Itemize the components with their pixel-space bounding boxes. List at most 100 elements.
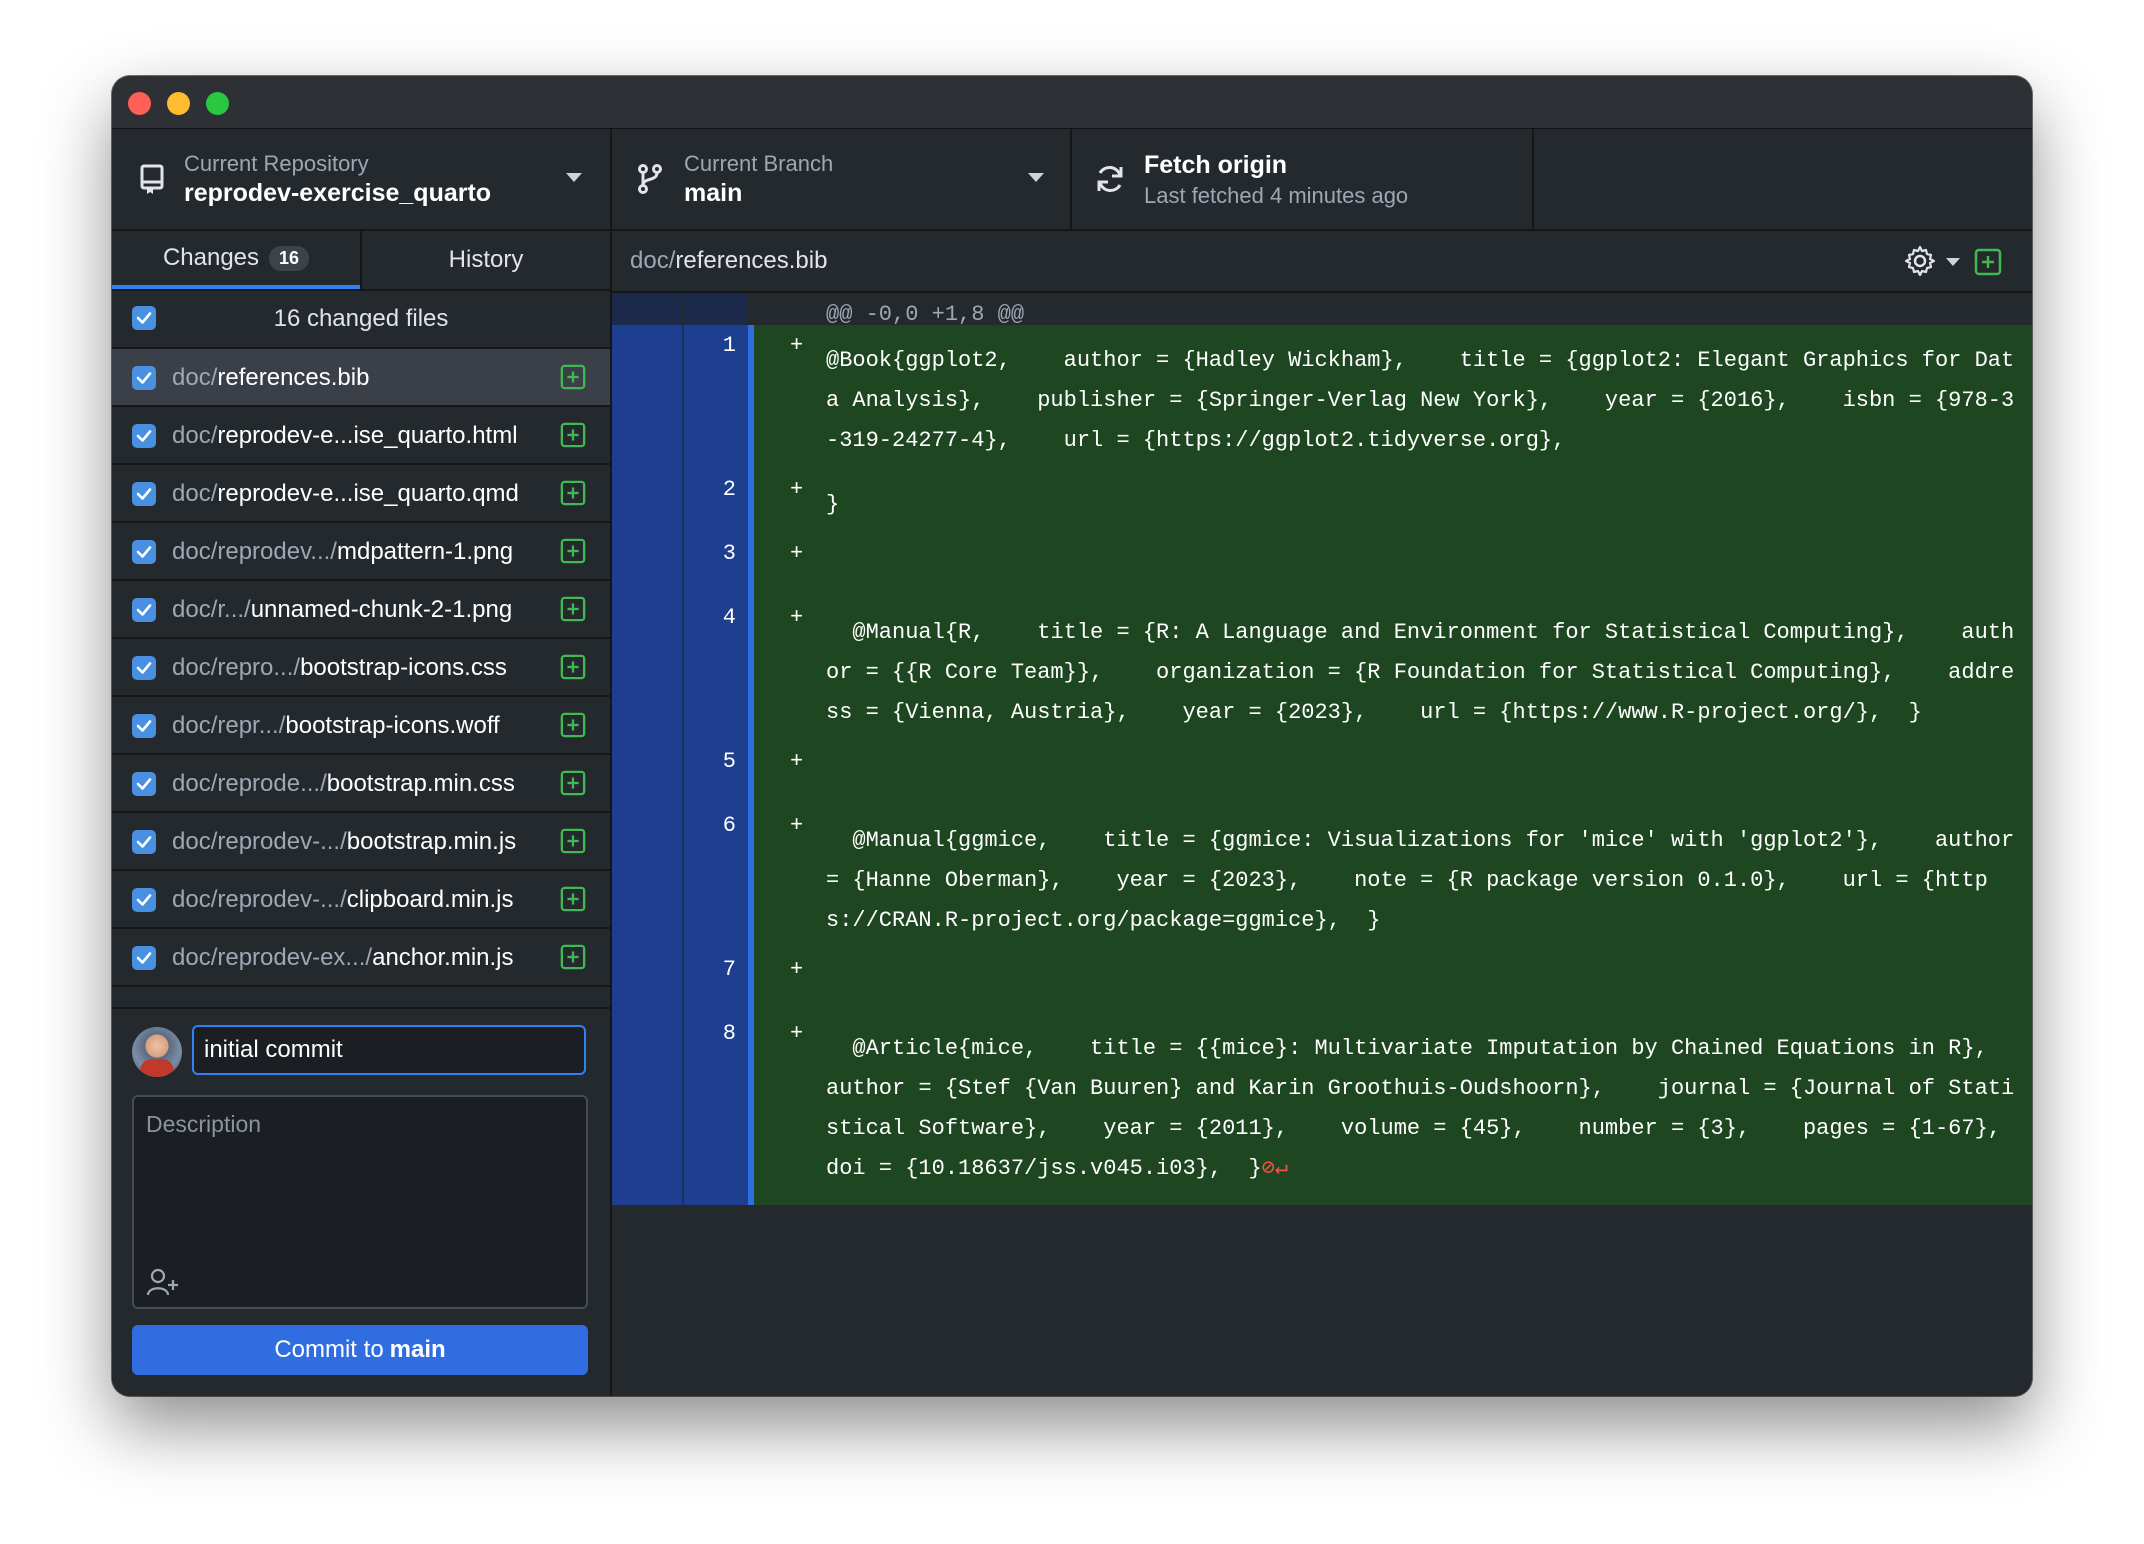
file-added-icon xyxy=(560,596,586,622)
file-list-item[interactable]: doc/reprodev-.../bootstrap.min.js xyxy=(112,813,610,871)
fetch-origin-label: Fetch origin xyxy=(1144,151,1288,179)
fetch-origin-button[interactable]: Fetch origin Last fetched 4 minutes ago xyxy=(1072,129,1534,229)
commit-button-prefix: Commit to xyxy=(274,1336,384,1363)
tab-history-label: History xyxy=(448,246,524,273)
file-list-item[interactable]: doc/repro.../bootstrap-icons.css xyxy=(112,639,610,697)
tab-changes-label: Changes xyxy=(162,244,260,271)
line-number: 4 xyxy=(722,605,736,630)
file-name: reprodev-e...ise_quarto.html xyxy=(217,422,518,449)
checkmark-icon xyxy=(136,778,152,790)
fetch-status: Last fetched 4 minutes ago xyxy=(1144,183,1409,208)
toolbar: Current Repository reprodev-exercise_qua… xyxy=(112,129,2032,231)
commit-button-branch: main xyxy=(389,1336,446,1363)
file-list-item[interactable]: doc/reprodev.../mdpattern-1.png xyxy=(112,523,610,581)
diff-line: 7 + ​ xyxy=(612,949,2032,1021)
file-checkbox[interactable] xyxy=(132,366,156,390)
commit-button[interactable]: Commit to main xyxy=(132,1325,588,1375)
file-path: doc/reprodev-ex.../anchor.min.js xyxy=(172,944,514,972)
file-list-item[interactable]: doc/reprodev-ex.../anchor.min.js xyxy=(112,929,610,987)
line-text: @Article{mice, title = {{mice}: Multivar… xyxy=(826,1036,2015,1181)
old-line-gutter xyxy=(612,325,682,477)
file-added-icon xyxy=(560,364,586,390)
line-sign: + xyxy=(790,813,804,838)
file-checkbox[interactable] xyxy=(132,540,156,564)
file-dir: doc/reprode.../ xyxy=(172,770,327,797)
file-name: clipboard.min.js xyxy=(346,886,514,913)
tab-history[interactable]: History xyxy=(362,231,610,289)
file-path: doc/reprode.../bootstrap.min.css xyxy=(172,770,515,798)
old-line-gutter xyxy=(612,805,682,957)
commit-description-field[interactable]: Description xyxy=(132,1095,588,1309)
changes-count-badge: 16 xyxy=(269,245,310,271)
title-bar xyxy=(112,76,2032,129)
file-dir: doc/reprodev-.../ xyxy=(172,828,347,855)
file-list-item[interactable]: doc/reprodev-.../clipboard.min.js xyxy=(112,871,610,929)
diff-line: 2 +}​ xyxy=(612,469,2032,541)
changed-files-count: 16 changed files xyxy=(273,305,449,332)
file-list-item[interactable]: doc/references.bib xyxy=(112,349,610,407)
close-window-button[interactable] xyxy=(128,92,151,115)
checkmark-icon xyxy=(136,546,152,558)
diff-body: @@ -0,0 +1,8 @@ 1 + @Book{ggplot2, author … xyxy=(612,293,2032,1205)
sidebar-tabs: Changes 16 History xyxy=(112,231,610,291)
commit-area: Description Commit to main xyxy=(112,1007,610,1396)
line-text: @Manual{R, title = {R: A Language and En… xyxy=(826,620,2015,725)
line-code: ​ xyxy=(826,533,2026,605)
file-checkbox[interactable] xyxy=(132,598,156,622)
line-sign: + xyxy=(790,605,804,630)
line-code: @Book{ggplot2, author = {Hadley Wickham}… xyxy=(826,325,2026,477)
file-checkbox[interactable] xyxy=(132,946,156,970)
diff-line: 4 + @Manual{R, title = {R: A Language and… xyxy=(612,597,2032,749)
commit-summary-input[interactable] xyxy=(192,1025,586,1075)
old-line-gutter xyxy=(612,741,682,813)
file-list-item[interactable] xyxy=(112,987,610,1007)
line-sign: + xyxy=(790,541,804,566)
file-list-item[interactable]: doc/reprode.../bootstrap.min.css xyxy=(112,755,610,813)
file-list-item[interactable]: doc/repr.../bootstrap-icons.woff xyxy=(112,697,610,755)
minimize-window-button[interactable] xyxy=(167,92,190,115)
zoom-window-button[interactable] xyxy=(206,92,229,115)
file-added-icon xyxy=(560,538,586,564)
old-line-gutter xyxy=(612,469,682,541)
file-name: bootstrap-icons.woff xyxy=(285,712,500,739)
file-checkbox[interactable] xyxy=(132,482,156,506)
diff-line: 8 + @Article{mice, title = {{mice}: Multi… xyxy=(612,1013,2032,1205)
checkmark-icon xyxy=(136,662,152,674)
checkmark-icon xyxy=(136,372,152,384)
checkmark-icon xyxy=(136,604,152,616)
sync-icon xyxy=(1097,166,1123,192)
old-line-gutter xyxy=(612,1013,682,1205)
file-checkbox[interactable] xyxy=(132,830,156,854)
tab-changes[interactable]: Changes 16 xyxy=(112,231,360,289)
chevron-down-icon[interactable] xyxy=(1946,258,1960,266)
branch-selector[interactable]: Current Branch main xyxy=(612,129,1072,229)
line-text: @Book{ggplot2, author = {Hadley Wickham}… xyxy=(826,348,2015,453)
file-checkbox[interactable] xyxy=(132,772,156,796)
line-code: @Manual{ggmice, title = {ggmice: Visuali… xyxy=(826,805,2026,957)
file-list-item[interactable]: doc/r.../unnamed-chunk-2-1.png xyxy=(112,581,610,639)
diff-header: doc/references.bib xyxy=(612,231,2032,293)
line-number: 2 xyxy=(722,477,736,502)
checkmark-icon xyxy=(136,952,152,964)
checkmark-icon xyxy=(136,720,152,732)
diff-line: 1 + @Book{ggplot2, author = {Hadley Wickha… xyxy=(612,325,2032,477)
file-list-item[interactable]: doc/reprodev-e...ise_quarto.html xyxy=(112,407,610,465)
file-added-icon xyxy=(560,828,586,854)
old-line-gutter xyxy=(612,533,682,605)
file-list-item[interactable]: doc/reprodev-e...ise_quarto.qmd xyxy=(112,465,610,523)
file-checkbox[interactable] xyxy=(132,424,156,448)
file-dir: doc/reprodev-.../ xyxy=(172,886,347,913)
repository-selector[interactable]: Current Repository reprodev-exercise_qua… xyxy=(112,129,612,229)
gear-icon[interactable] xyxy=(1902,243,1938,279)
file-added-icon xyxy=(560,712,586,738)
file-checkbox[interactable] xyxy=(132,714,156,738)
old-line-gutter xyxy=(612,597,682,749)
line-number: 6 xyxy=(722,813,736,838)
file-added-icon xyxy=(560,422,586,448)
add-coauthor-icon[interactable] xyxy=(146,1267,180,1297)
line-text: @Manual{ggmice, title = {ggmice: Visuali… xyxy=(826,828,2028,933)
description-placeholder: Description xyxy=(146,1111,262,1137)
file-checkbox[interactable] xyxy=(132,656,156,680)
file-checkbox[interactable] xyxy=(132,888,156,912)
file-dir: doc/ xyxy=(172,480,218,507)
